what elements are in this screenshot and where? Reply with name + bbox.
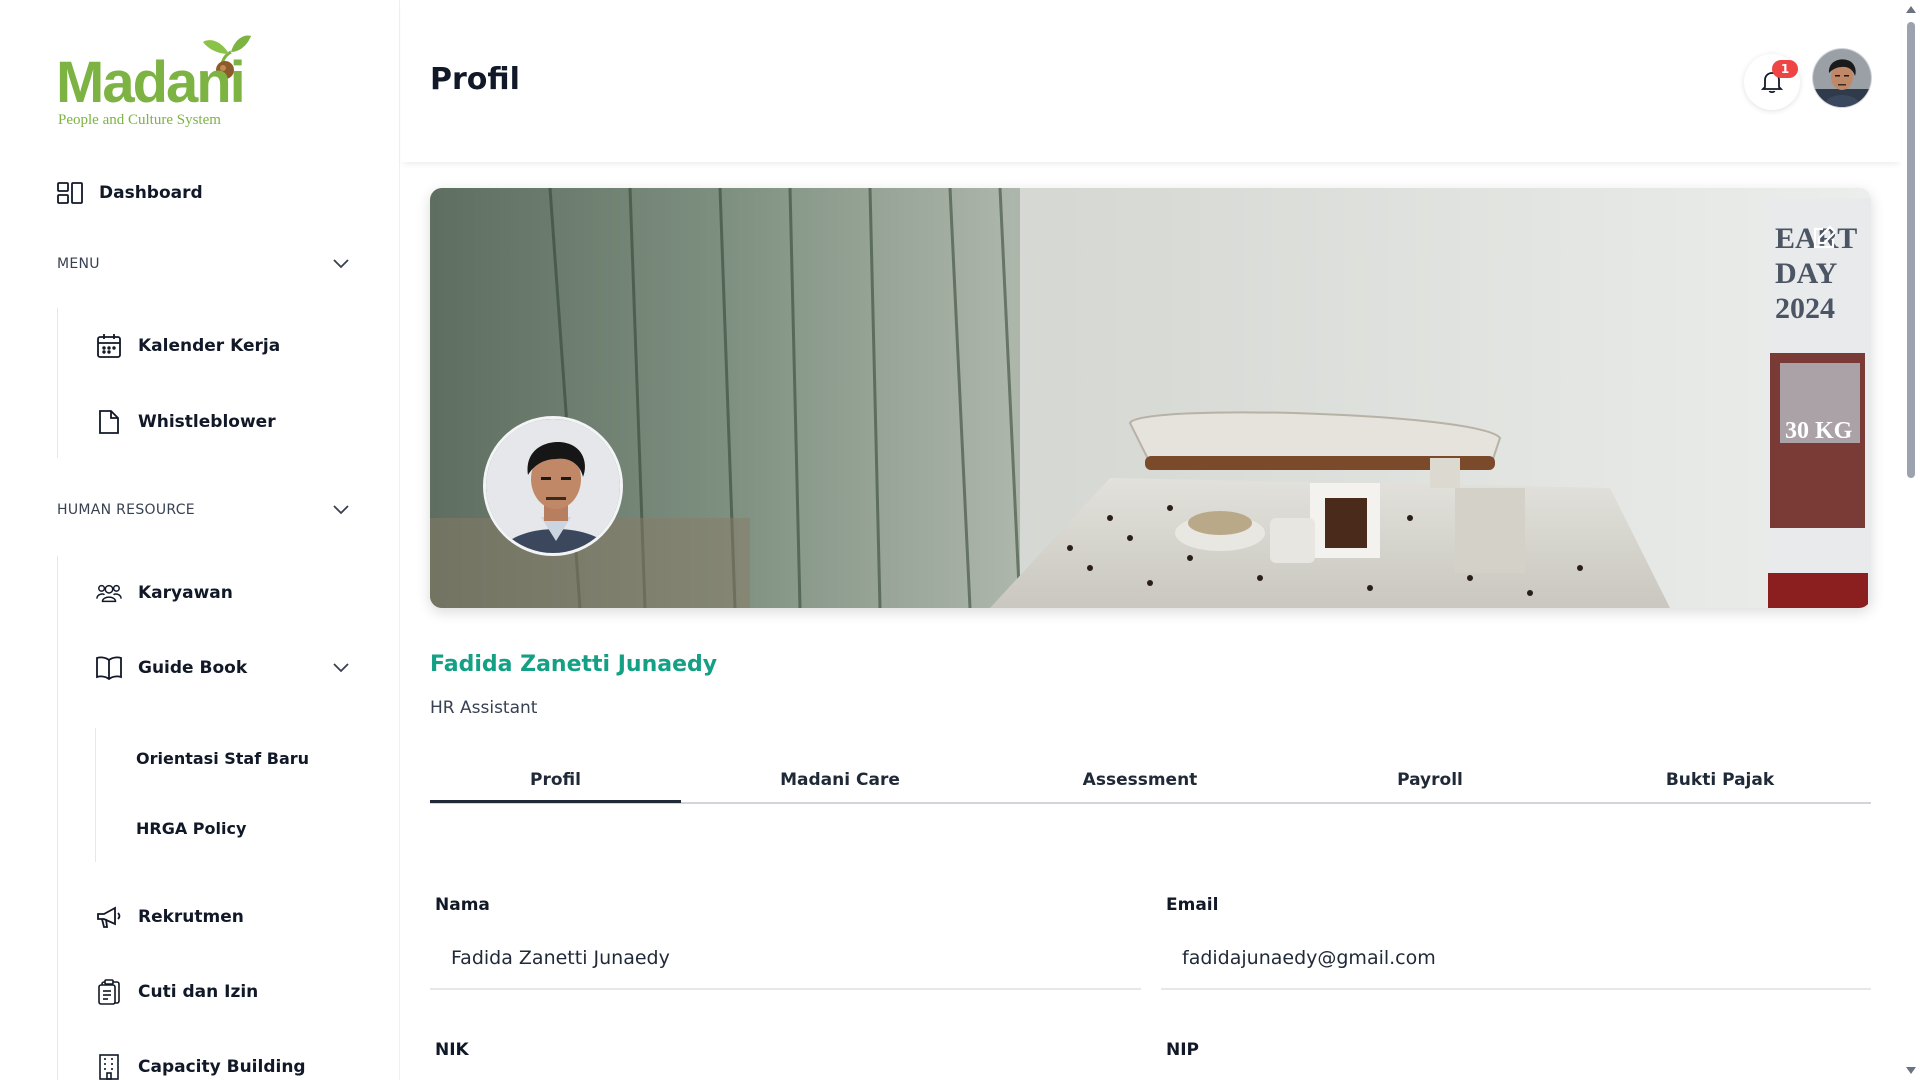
profile-avatar xyxy=(483,416,623,556)
sidebar-item-label: Whistleblower xyxy=(138,412,276,432)
sidebar-item-capacity-building[interactable]: Capacity Building xyxy=(96,1054,306,1080)
sidebar-item-whistleblower[interactable]: Whistleblower xyxy=(96,409,276,435)
sidebar-item-karyawan[interactable]: Karyawan xyxy=(96,580,233,606)
nip-label: NIP xyxy=(1166,1040,1200,1060)
brand-name: Madani xyxy=(56,50,246,115)
email-field[interactable]: fadidajunaedy@gmail.com xyxy=(1161,928,1871,990)
hr-group-line xyxy=(57,556,58,1080)
sidebar: Madani People and Culture System Dashboa… xyxy=(0,0,400,1080)
clipboard-icon xyxy=(96,979,122,1005)
section-hr-label: HUMAN RESOURCE xyxy=(57,502,195,518)
megaphone-icon xyxy=(96,904,122,930)
sidebar-item-dashboard[interactable]: Dashboard xyxy=(57,180,203,206)
scrollbar-thumb[interactable] xyxy=(1907,22,1915,478)
nama-field[interactable]: Fadida Zanetti Junaedy xyxy=(430,928,1141,990)
sidebar-item-label: Cuti dan Izin xyxy=(138,982,259,1002)
brand-tagline: People and Culture System xyxy=(58,112,221,128)
book-icon xyxy=(96,655,122,681)
section-human-resource[interactable]: HUMAN RESOURCE xyxy=(57,502,349,518)
sidebar-item-label: Guide Book xyxy=(138,658,248,678)
chevron-down-icon xyxy=(333,505,349,515)
guide-book-group-line xyxy=(95,728,96,862)
profile-cover-image: EART DAY 2024 30 KG xyxy=(430,188,1871,608)
edit-cover-button[interactable] xyxy=(1808,222,1840,254)
chevron-down-icon xyxy=(333,259,349,269)
edit-icon xyxy=(1813,225,1837,249)
top-header xyxy=(401,0,1901,162)
calendar-icon xyxy=(96,333,122,359)
sidebar-item-hrga-policy[interactable]: HRGA Policy xyxy=(136,819,246,838)
sidebar-item-kalender-kerja[interactable]: Kalender Kerja xyxy=(96,333,280,359)
page-title: Profil xyxy=(430,62,520,97)
section-menu[interactable]: MENU xyxy=(57,256,349,272)
tab-profil[interactable]: Profil xyxy=(430,770,681,790)
sidebar-item-label: Capacity Building xyxy=(138,1057,306,1077)
email-label: Email xyxy=(1166,895,1219,915)
chevron-down-icon xyxy=(333,663,349,673)
nik-label: NIK xyxy=(435,1040,469,1060)
users-icon xyxy=(96,580,122,606)
profile-role: HR Assistant xyxy=(430,698,538,718)
nama-label: Nama xyxy=(435,895,490,915)
tab-assessment[interactable]: Assessment xyxy=(1070,770,1210,790)
scroll-down-icon[interactable] xyxy=(1905,1066,1917,1076)
app-root: Madani People and Culture System Dashboa… xyxy=(0,0,1920,1080)
document-icon xyxy=(96,409,122,435)
tab-bukti-pajak[interactable]: Bukti Pajak xyxy=(1655,770,1785,790)
poster-title-3: 2024 xyxy=(1775,292,1835,325)
building-icon xyxy=(96,1054,122,1080)
tab-madani-care[interactable]: Madani Care xyxy=(765,770,915,790)
brand-logo[interactable]: Madani People and Culture System xyxy=(56,30,251,130)
menu-group-line xyxy=(57,308,58,458)
active-tab-indicator xyxy=(430,800,681,803)
profile-name: Fadida Zanetti Junaedy xyxy=(430,652,718,677)
dashboard-icon xyxy=(57,180,83,206)
sidebar-item-guide-book[interactable]: Guide Book xyxy=(96,655,349,681)
poster-big-text: 30 KG xyxy=(1785,418,1853,444)
sidebar-item-cuti-dan-izin[interactable]: Cuti dan Izin xyxy=(96,979,258,1005)
sidebar-item-label: Rekrutmen xyxy=(138,907,244,927)
user-avatar[interactable] xyxy=(1813,49,1871,107)
sidebar-item-label: Karyawan xyxy=(138,583,233,603)
notification-badge: 1 xyxy=(1772,60,1798,78)
sidebar-item-orientasi-staf-baru[interactable]: Orientasi Staf Baru xyxy=(136,749,309,768)
poster-title-2: DAY xyxy=(1775,257,1838,290)
profile-tabs: Profil Madani Care Assessment Payroll Bu… xyxy=(430,770,1871,804)
scroll-up-icon[interactable] xyxy=(1905,4,1917,14)
tab-payroll[interactable]: Payroll xyxy=(1380,770,1480,790)
sidebar-item-rekrutmen[interactable]: Rekrutmen xyxy=(96,904,244,930)
sidebar-item-label: Kalender Kerja xyxy=(138,336,281,356)
section-menu-label: MENU xyxy=(57,256,100,272)
sidebar-item-label: Dashboard xyxy=(99,183,203,203)
